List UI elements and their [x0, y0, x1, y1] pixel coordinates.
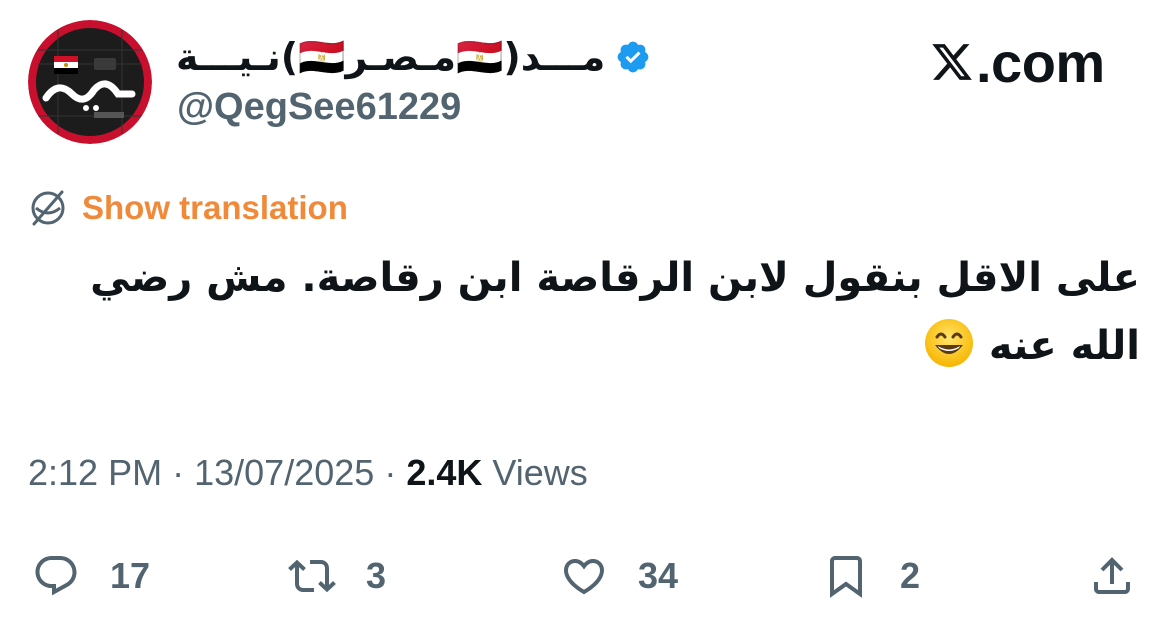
tweet-date[interactable]: 13/07/2025: [194, 452, 374, 493]
site-logo: .com: [930, 30, 1105, 94]
x-logo-icon: [932, 44, 972, 80]
repost-icon: [288, 559, 336, 593]
show-translation-link[interactable]: Show translation: [28, 186, 348, 230]
bookmark-count: 2: [900, 555, 921, 596]
views-label: Views: [492, 452, 588, 493]
author-handle[interactable]: @QegSee61229: [177, 86, 461, 129]
bookmark-icon: [830, 556, 862, 598]
meta-separator: ·: [384, 452, 397, 493]
grinning-emoji-icon: [924, 319, 973, 367]
bookmark-button[interactable]: 2: [822, 544, 920, 608]
site-logo-text: .com: [976, 30, 1105, 94]
share-icon: [1094, 557, 1130, 594]
tweet-actions: 17 3 34 2: [0, 544, 1170, 608]
reply-count: 17: [110, 555, 151, 596]
tweet-meta: 2:12 PM · 13/07/2025 · 2.4K Views: [28, 452, 588, 494]
avatar[interactable]: [28, 20, 152, 144]
tweet-text-line-2: الله عنه: [30, 312, 1140, 380]
reply-icon: [35, 556, 77, 596]
tweet-time[interactable]: 2:12 PM: [28, 452, 162, 493]
verified-badge-icon: [617, 41, 649, 73]
share-button[interactable]: [1088, 544, 1136, 608]
translate-globe-icon: [31, 190, 65, 226]
author-display-name-row[interactable]: مـــد(🇪🇬مـصـر🇪🇬)نـيـــة: [176, 28, 651, 86]
tweet-text-line-1: على الاقل بنقول لابن الرقاصة ابن رقاصة. …: [90, 255, 1140, 301]
meta-separator: ·: [172, 452, 185, 493]
repost-button[interactable]: 3: [288, 544, 386, 608]
author-display-name[interactable]: مـــد(🇪🇬مـصـر🇪🇬)نـيـــة: [176, 35, 605, 80]
show-translation-label[interactable]: Show translation: [82, 189, 348, 227]
tweet-text: على الاقل بنقول لابن الرقاصة ابن رقاصة. …: [30, 244, 1140, 380]
repost-count: 3: [366, 555, 387, 596]
like-count: 34: [638, 555, 679, 596]
like-icon: [563, 559, 605, 595]
views-count: 2.4K: [406, 452, 483, 493]
reply-button[interactable]: 17: [32, 544, 150, 608]
like-button[interactable]: 34: [560, 544, 678, 608]
tweet-text-line-2-text: الله عنه: [988, 323, 1140, 369]
